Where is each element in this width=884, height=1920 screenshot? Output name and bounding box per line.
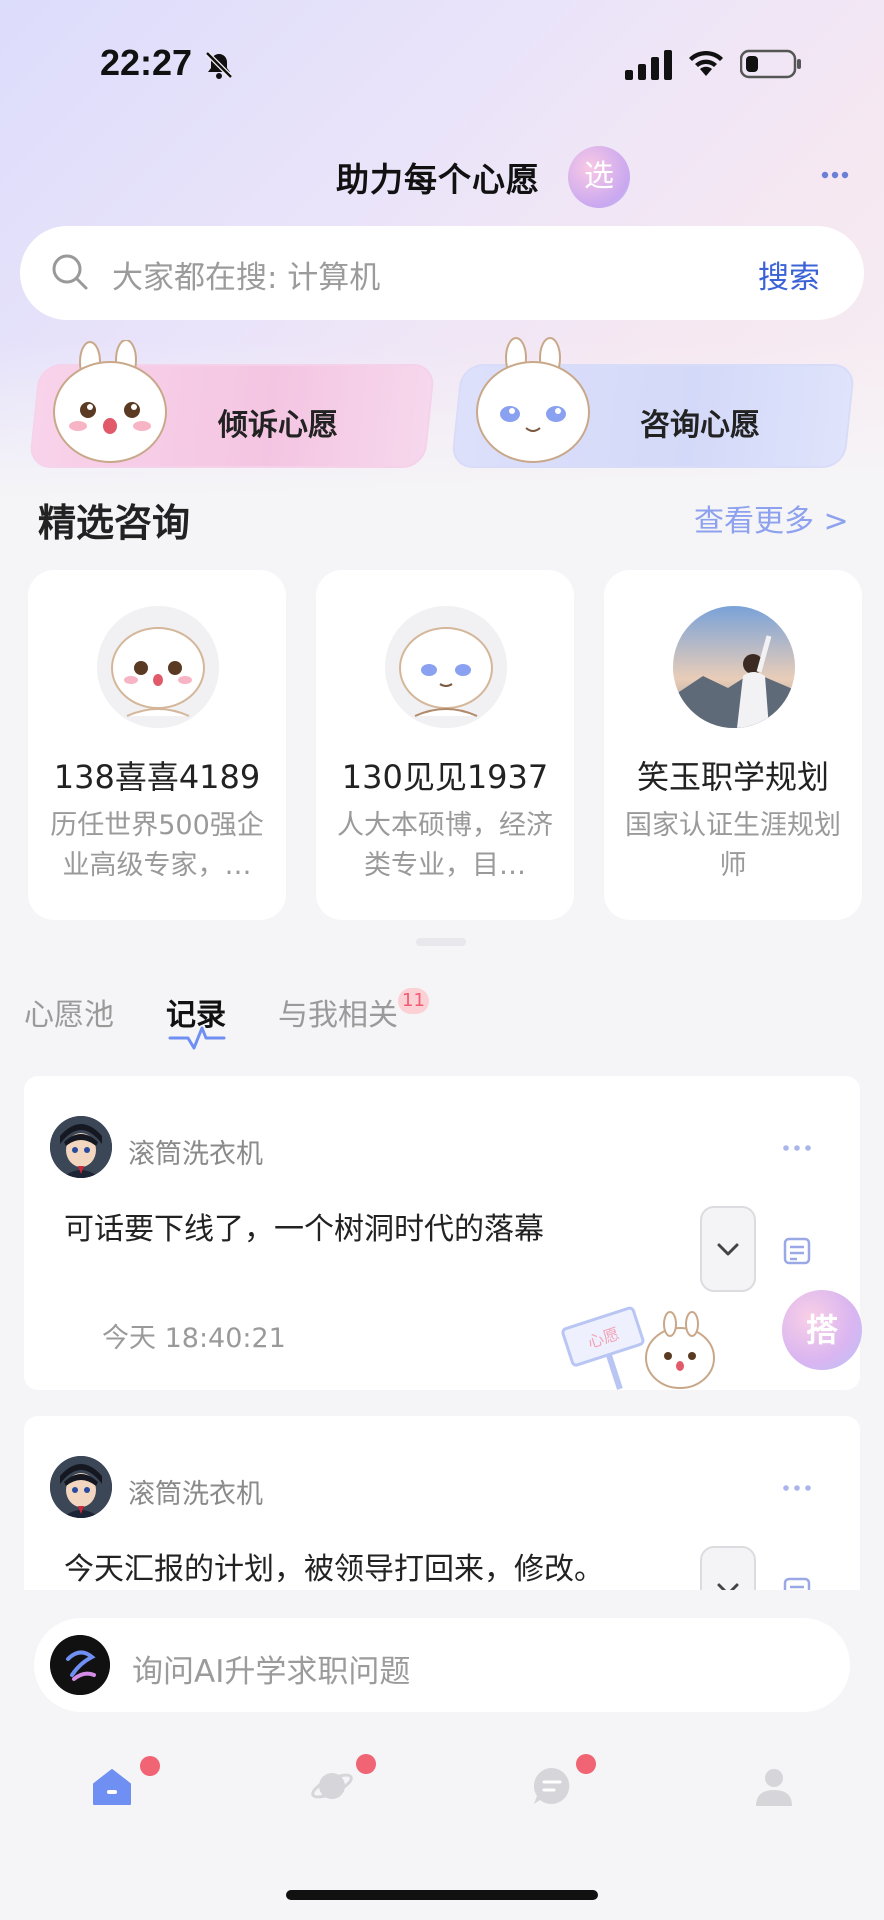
status-bar: 22:27	[0, 0, 884, 130]
ai-chat-input[interactable]: 询问AI升学求职问题	[34, 1618, 850, 1712]
consultant-name: 138喜喜4189	[53, 758, 261, 796]
notification-dot	[576, 1754, 596, 1774]
avatar	[50, 1116, 112, 1178]
match-float-button[interactable]: 搭	[782, 1290, 862, 1370]
wifi-icon	[689, 50, 723, 76]
wish-card-label: 咨询心愿	[640, 408, 760, 443]
featured-card[interactable]: 138喜喜4189 历任世界500强企业高级专家，…	[28, 570, 286, 920]
tab-related[interactable]: 与我相关	[278, 990, 398, 1034]
post-username[interactable]: 滚筒洗衣机	[128, 1132, 263, 1171]
bunny-avatar-icon	[385, 606, 507, 728]
bunny-avatar-icon	[97, 606, 219, 728]
bunny-mascot-icon	[476, 337, 590, 463]
more-icon[interactable]	[782, 1142, 812, 1154]
home-indicator	[286, 1890, 598, 1900]
avatar	[673, 606, 795, 728]
post-text: 今天汇报的计划，被领导打回来，修改。	[64, 1552, 604, 1587]
search-icon	[52, 254, 88, 290]
chat-icon[interactable]	[530, 1764, 574, 1808]
signal-icon	[625, 50, 672, 80]
related-count-badge: 11	[398, 988, 429, 1014]
consultant-name: 笑玉职学规划	[636, 758, 829, 796]
avatar	[97, 606, 219, 728]
ai-input-placeholder: 询问AI升学求职问题	[132, 1654, 411, 1690]
status-time: 22:27	[100, 42, 193, 83]
featured-title: 精选咨询	[38, 501, 191, 545]
expand-button[interactable]	[700, 1206, 756, 1292]
user-avatar-icon	[50, 1116, 112, 1178]
planet-icon[interactable]	[310, 1764, 354, 1808]
featured-card[interactable]: 130见见1937 人大本硕博，经济类专业，目…	[316, 570, 574, 920]
chevron-down-icon	[717, 1243, 739, 1256]
wish-card-label: 倾诉心愿	[218, 408, 338, 443]
page-title: 助力每个心愿	[336, 160, 540, 199]
bell-slash-icon	[205, 51, 233, 79]
more-icon[interactable]	[782, 1482, 812, 1494]
note-icon[interactable]	[782, 1236, 812, 1266]
bunny-mascot-icon	[53, 340, 167, 463]
post-time: 今天 18:40:21	[102, 1323, 286, 1354]
consultant-desc: 人大本硕博，经济类专业，目…	[337, 810, 553, 881]
notification-dot	[140, 1756, 160, 1776]
see-more-link[interactable]: 查看更多 >	[694, 496, 849, 540]
wish-sign-mascot-icon: 心愿	[561, 1306, 715, 1390]
consultant-desc: 国家认证生涯规划师	[625, 810, 841, 881]
avatar	[385, 606, 507, 728]
more-icon[interactable]	[820, 165, 850, 185]
home-icon[interactable]	[90, 1764, 134, 1808]
avatar	[50, 1456, 112, 1518]
battery-icon	[740, 49, 801, 79]
featured-card[interactable]: 笑玉职学规划 国家认证生涯规划师	[604, 570, 862, 920]
title-bar: 助力每个心愿 选	[0, 140, 884, 212]
search-button[interactable]: 搜索	[758, 252, 820, 297]
select-badge[interactable]: 选	[568, 146, 630, 208]
ai-logo-icon	[50, 1635, 110, 1695]
post-card[interactable]: 滚筒洗衣机 可话要下线了，一个树洞时代的落幕 今天 18:40:21 心愿	[24, 1076, 860, 1390]
portrait-avatar-icon	[673, 606, 795, 728]
active-tab-indicator	[168, 1026, 226, 1050]
post-text: 可话要下线了，一个树洞时代的落幕	[64, 1212, 544, 1247]
post-card[interactable]: 滚筒洗衣机 今天汇报的计划，被领导打回来，修改。	[24, 1416, 860, 1616]
profile-icon[interactable]	[752, 1764, 796, 1808]
notification-dot	[356, 1754, 376, 1774]
consultant-desc: 历任世界500强企业高级专家，…	[50, 810, 264, 881]
consultant-name: 130见见1937	[341, 758, 549, 796]
search-input[interactable]: 大家都在搜: 计算机	[112, 252, 380, 297]
tab-wish-pool[interactable]: 心愿池	[24, 990, 114, 1034]
post-username[interactable]: 滚筒洗衣机	[128, 1472, 263, 1511]
scroll-indicator	[416, 938, 466, 946]
search-bar[interactable]: 大家都在搜: 计算机 搜索	[20, 226, 864, 320]
user-avatar-icon	[50, 1456, 112, 1518]
